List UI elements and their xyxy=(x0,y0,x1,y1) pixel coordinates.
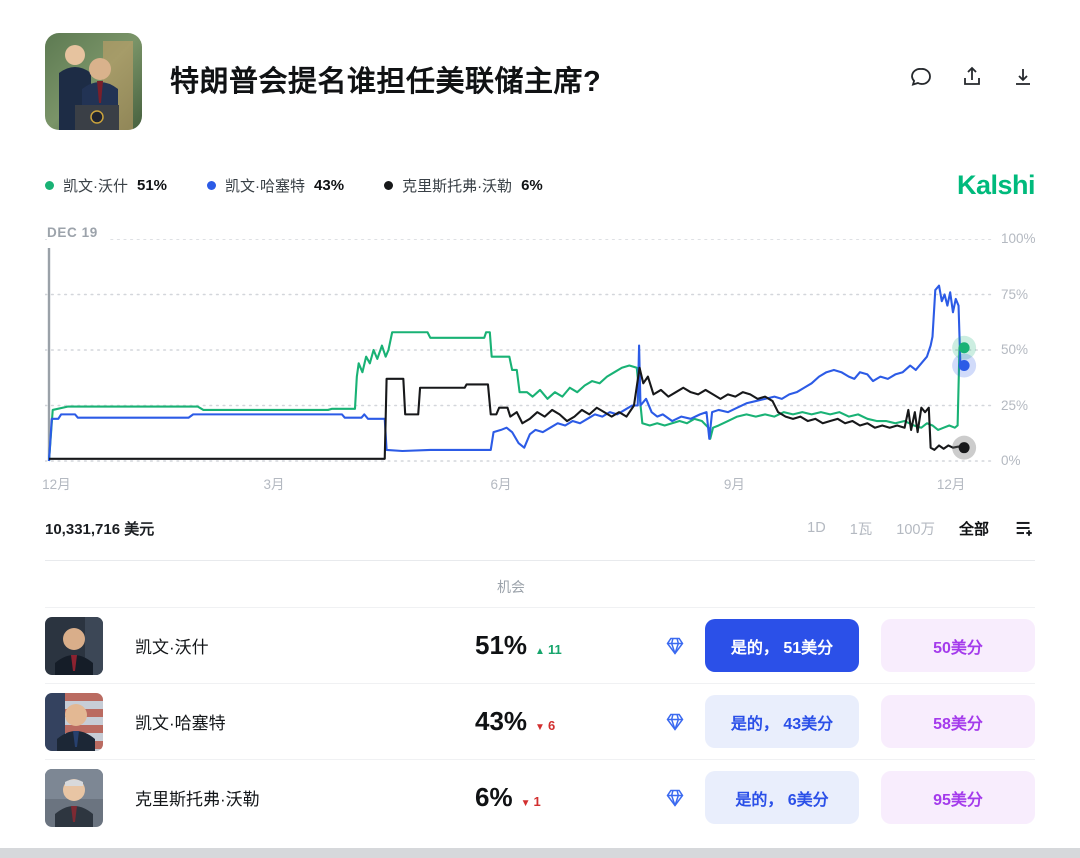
change-triangle-icon: ▼ xyxy=(535,722,545,733)
probability-value: 43% xyxy=(475,706,527,737)
legend-label: 克里斯托弗·沃勒 xyxy=(402,175,512,196)
chart-annotation: DEC 19 xyxy=(47,225,107,240)
range-1d[interactable]: 1D xyxy=(807,520,826,536)
probability-change: ▲ 11 xyxy=(535,642,562,657)
legend-dot-blue xyxy=(207,181,216,190)
range-selector: 1D 1瓦 100万 全部 xyxy=(807,517,1035,539)
outcome-name: 克里斯托弗·沃勒 xyxy=(135,785,475,810)
comment-icon[interactable] xyxy=(909,65,933,89)
list-plus-icon[interactable] xyxy=(1013,517,1035,539)
gem-cell xyxy=(665,788,705,808)
table-header: 机会 xyxy=(45,561,1035,607)
legend-item-waller[interactable]: 克里斯托弗·沃勒 6% xyxy=(384,175,543,196)
outcome-row-hassett[interactable]: 凯文·哈塞特 43% ▼ 6 是的， 43美分 58美分 xyxy=(45,683,1035,759)
diamond-icon[interactable] xyxy=(665,788,685,808)
probability-block: 6% ▼ 1 xyxy=(475,782,665,813)
chart-legend: 凯文·沃什 51% 凯文·哈塞特 43% 克里斯托弗·沃勒 6% xyxy=(45,175,543,196)
change-value: 6 xyxy=(548,718,555,733)
outcome-name: 凯文·哈塞特 xyxy=(135,709,475,734)
legend-dot-green xyxy=(45,181,54,190)
outcome-name: 凯文·沃什 xyxy=(135,633,475,658)
probability-value: 6% xyxy=(475,782,513,813)
x-tick-label: 9月 xyxy=(724,473,745,493)
legend-item-hassett[interactable]: 凯文·哈塞特 43% xyxy=(207,175,344,196)
range-1w[interactable]: 1瓦 xyxy=(850,518,873,539)
y-tick-label: 25% xyxy=(1001,398,1028,413)
column-header-chance: 机会 xyxy=(497,577,525,597)
change-triangle-icon: ▼ xyxy=(521,798,531,809)
page-title: 特朗普会提名谁担任美联储主席? xyxy=(170,58,601,100)
share-icon[interactable] xyxy=(960,65,984,89)
probability-change: ▼ 1 xyxy=(521,794,541,809)
legend-row: 凯文·沃什 51% 凯文·哈塞特 43% 克里斯托弗·沃勒 6% Kalshi xyxy=(45,170,1035,201)
volume-value: 10,331,716 美元 xyxy=(45,518,154,539)
y-tick-label: 100% xyxy=(1001,231,1036,246)
range-1m[interactable]: 100万 xyxy=(896,518,935,539)
legend-label: 凯文·哈塞特 xyxy=(225,175,305,196)
outcome-row-waller[interactable]: 克里斯托弗·沃勒 6% ▼ 1 是的， 6美分 95美分 xyxy=(45,759,1035,835)
avatar xyxy=(45,693,103,751)
yes-button[interactable]: 是的， 43美分 xyxy=(705,695,859,748)
header-actions xyxy=(909,65,1035,89)
no-button[interactable]: 58美分 xyxy=(881,695,1035,748)
diamond-icon[interactable] xyxy=(665,712,685,732)
y-tick-label: 75% xyxy=(1001,287,1028,302)
bottom-strip xyxy=(0,848,1080,858)
thumbnail-art xyxy=(45,33,142,130)
market-page: 特朗普会提名谁担任美联储主席? 凯文·沃什 51% 凯文·哈塞特 43 xyxy=(0,0,1080,858)
y-tick-label: 50% xyxy=(1001,342,1028,357)
x-tick-label: 12月 xyxy=(937,473,966,493)
legend-value: 43% xyxy=(314,177,344,194)
legend-item-warsh[interactable]: 凯文·沃什 51% xyxy=(45,175,167,196)
gem-cell xyxy=(665,636,705,656)
volume-bar: 10,331,716 美元 1D 1瓦 100万 全部 xyxy=(45,517,1035,539)
no-button[interactable]: 50美分 xyxy=(881,619,1035,672)
yes-button[interactable]: 是的， 6美分 xyxy=(705,771,859,824)
probability-block: 43% ▼ 6 xyxy=(475,706,665,737)
header: 特朗普会提名谁担任美联储主席? xyxy=(45,0,1035,130)
download-icon[interactable] xyxy=(1011,65,1035,89)
x-tick-label: 6月 xyxy=(490,473,511,493)
price-chart-svg[interactable] xyxy=(45,239,993,463)
probability-block: 51% ▲ 11 xyxy=(475,630,665,661)
diamond-icon[interactable] xyxy=(665,636,685,656)
avatar xyxy=(45,769,103,827)
range-all[interactable]: 全部 xyxy=(959,518,989,539)
legend-label: 凯文·沃什 xyxy=(63,175,128,196)
x-tick-label: 12月 xyxy=(42,473,71,493)
outcome-row-warsh[interactable]: 凯文·沃什 51% ▲ 11 是的， 51美分 50美分 xyxy=(45,607,1035,683)
x-tick-label: 3月 xyxy=(264,473,285,493)
avatar xyxy=(45,617,103,675)
no-button[interactable]: 95美分 xyxy=(881,771,1035,824)
legend-value: 6% xyxy=(521,177,543,194)
change-triangle-icon: ▲ xyxy=(535,646,545,657)
change-value: 1 xyxy=(533,794,540,809)
y-tick-label: 0% xyxy=(1001,453,1021,468)
probability-change: ▼ 6 xyxy=(535,718,555,733)
yes-button[interactable]: 是的， 51美分 xyxy=(705,619,859,672)
legend-dot-black xyxy=(384,181,393,190)
probability-value: 51% xyxy=(475,630,527,661)
change-value: 11 xyxy=(548,642,562,657)
market-thumbnail xyxy=(45,33,142,130)
gem-cell xyxy=(665,712,705,732)
price-chart[interactable]: DEC 19 100%75%50%25%0% 12月3月6月9月12月 xyxy=(45,229,1035,495)
legend-value: 51% xyxy=(137,177,167,194)
kalshi-logo[interactable]: Kalshi xyxy=(957,170,1035,201)
